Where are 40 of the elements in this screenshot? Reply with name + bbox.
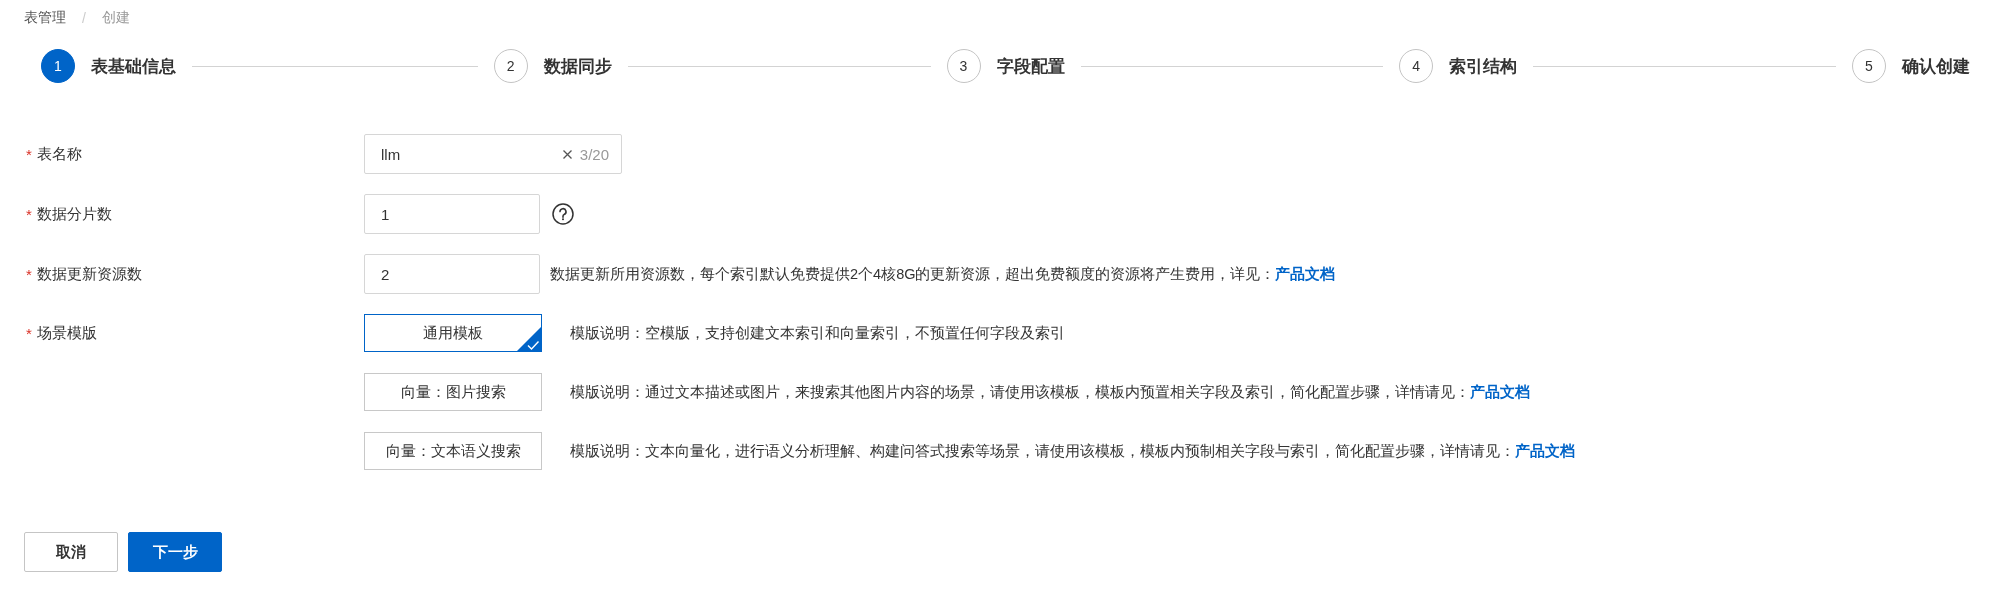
- required-mark: *: [26, 265, 32, 283]
- step-title: 数据同步: [543, 55, 612, 78]
- field-label: 表名称: [36, 144, 82, 164]
- number-input[interactable]: 1: [364, 194, 540, 234]
- hint-text: 数据更新所用资源数，每个索引默认免费提供2个4核8G的更新资源，超出免费额度的资源将产生费用，详见：产品文档: [550, 264, 1336, 284]
- step-indicator: 4: [1399, 49, 1434, 83]
- step-indicator: 2: [493, 49, 528, 83]
- cancel-button[interactable]: 取消: [24, 532, 118, 572]
- required-mark: *: [26, 145, 32, 163]
- template-option[interactable]: 通用模板: [364, 314, 542, 352]
- character-counter: 3/20: [579, 145, 609, 163]
- field-label: 数据更新资源数: [36, 264, 142, 284]
- breadcrumb-item[interactable]: 表管理: [24, 9, 66, 27]
- clear-icon[interactable]: [562, 149, 572, 159]
- template-option[interactable]: 向量：图片搜索: [364, 373, 542, 411]
- next-button[interactable]: 下一步: [128, 532, 222, 572]
- step-indicator: 5: [1852, 49, 1886, 83]
- step-indicator: 3: [946, 49, 981, 83]
- doc-link[interactable]: 产品文档: [1275, 265, 1336, 282]
- template-description: 模版说明：空模版，支持创建文本索引和向量索引，不预置任何字段及索引: [570, 323, 1065, 343]
- step-indicator: 1: [41, 49, 75, 83]
- required-mark: *: [26, 324, 32, 342]
- check-corner-icon: [516, 326, 542, 352]
- step-title: 表基础信息: [91, 55, 176, 78]
- step-title: 字段配置: [996, 55, 1065, 78]
- step-title: 确认创建: [1902, 55, 1970, 78]
- template-description: 模版说明：通过文本描述或图片，来搜索其他图片内容的场景，请使用该模板，模板内预置相关字段及索引，简化配置步骤，详情请见：产品文档: [570, 382, 1530, 402]
- field-label: 数据分片数: [36, 204, 112, 224]
- breadcrumb-item: 创建: [101, 9, 130, 27]
- number-input[interactable]: 2: [364, 254, 540, 294]
- step-title: 索引结构: [1449, 55, 1518, 78]
- help-icon[interactable]: [552, 203, 574, 225]
- breadcrumb-separator: /: [82, 10, 86, 26]
- template-description: 模版说明：文本向量化，进行语义分析理解、构建问答式搜索等场景，请使用该模板，模板内预制相关字段与索引，简化配置步骤，详情请见：产品文档: [570, 441, 1575, 461]
- template-option[interactable]: 向量：文本语义搜索: [364, 432, 542, 470]
- required-mark: *: [26, 205, 32, 223]
- field-label: 场景模版: [36, 323, 97, 343]
- doc-link[interactable]: 产品文档: [1470, 383, 1530, 400]
- doc-link[interactable]: 产品文档: [1515, 442, 1575, 459]
- text-input[interactable]: llm 3/20: [364, 134, 622, 174]
